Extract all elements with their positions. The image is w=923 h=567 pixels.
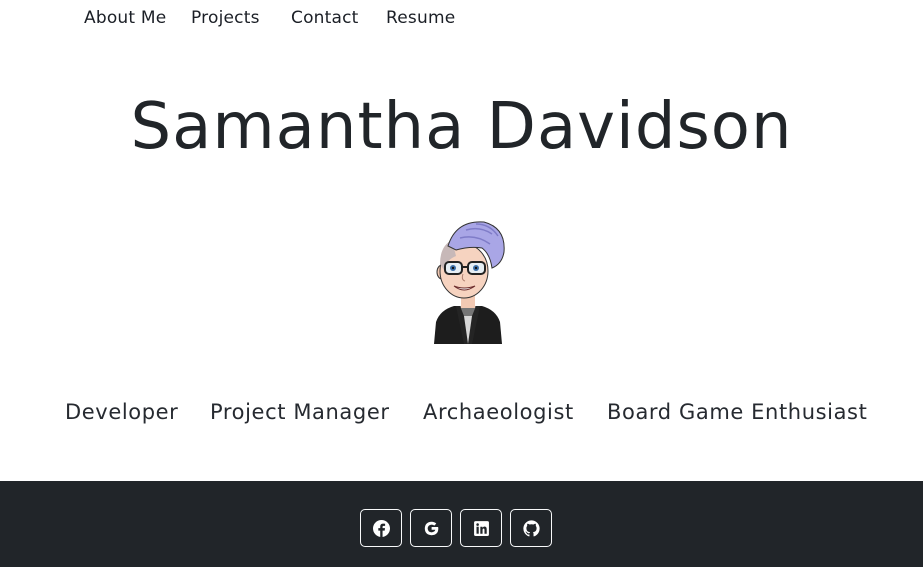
linkedin-button[interactable]	[460, 509, 502, 547]
role-board-game-enthusiast: Board Game Enthusiast	[607, 400, 868, 424]
github-button[interactable]	[510, 509, 552, 547]
nav-link-contact[interactable]: Contact	[291, 8, 359, 28]
role-archaeologist: Archaeologist	[423, 400, 574, 424]
bitmoji-avatar-icon	[434, 221, 505, 344]
facebook-icon	[372, 519, 390, 537]
nav-link-about-me[interactable]: About Me	[84, 8, 166, 28]
role-developer: Developer	[65, 400, 179, 424]
roles-list: Developer Project Manager Archaeologist …	[0, 400, 923, 432]
top-nav: About Me Projects Contact Resume	[0, 0, 923, 38]
role-project-manager: Project Manager	[210, 400, 390, 424]
google-button[interactable]	[410, 509, 452, 547]
page-title: Samantha Davidson	[130, 90, 793, 164]
nav-link-projects[interactable]: Projects	[191, 8, 260, 28]
facebook-button[interactable]	[360, 509, 402, 547]
google-icon	[424, 521, 438, 535]
footer	[0, 481, 923, 567]
nav-link-resume[interactable]: Resume	[386, 8, 455, 28]
github-icon	[522, 519, 540, 536]
linkedin-icon	[473, 520, 489, 536]
